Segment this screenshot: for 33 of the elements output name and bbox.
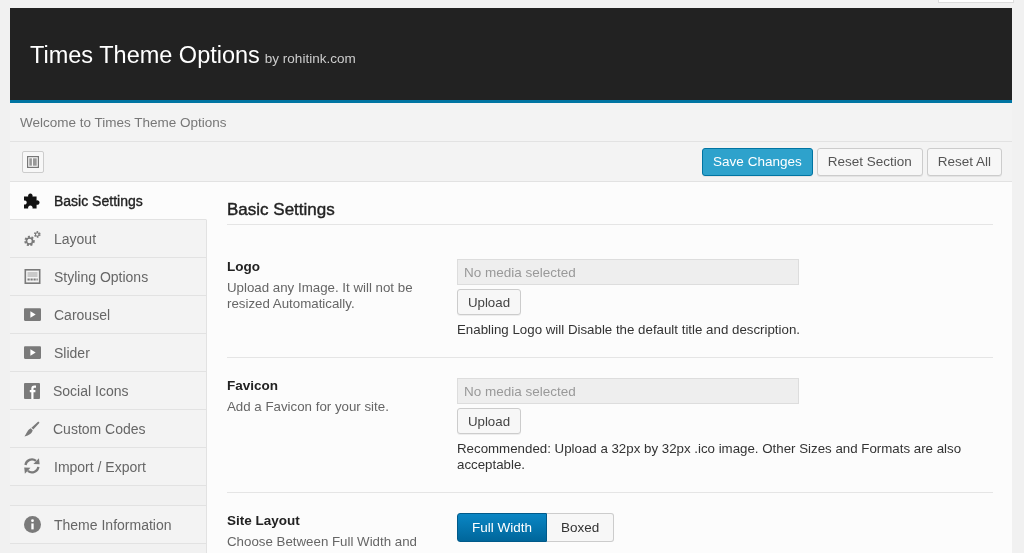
- media-field[interactable]: No media selected: [457, 378, 799, 404]
- play-icon: [24, 308, 41, 321]
- sidebar-item[interactable]: Basic Settings: [10, 182, 207, 220]
- welcome-text: Welcome to Times Theme Options: [20, 114, 227, 130]
- save-button[interactable]: Save Changes: [702, 147, 813, 176]
- layout-option-button[interactable]: Boxed: [547, 513, 615, 542]
- sidebar-layout-icon: [27, 155, 39, 168]
- field-description: Choose Between Full Width and: [227, 534, 417, 550]
- field-label: Site Layout: [227, 512, 300, 530]
- byline: by rohitink.com: [264, 51, 356, 66]
- info-icon: [24, 516, 41, 533]
- reset-button[interactable]: Reset All: [926, 147, 1002, 176]
- window-icon: [24, 269, 41, 284]
- upload-button[interactable]: Upload: [457, 289, 521, 315]
- media-field[interactable]: No media selected: [457, 259, 799, 285]
- app-title: Times Theme Options: [30, 41, 260, 69]
- field-label: Favicon: [227, 377, 278, 395]
- panel-toggle-button[interactable]: [22, 150, 44, 173]
- upload-button[interactable]: Upload: [457, 408, 521, 434]
- reset-button[interactable]: Reset Section: [816, 147, 923, 176]
- brush-icon: [24, 420, 40, 437]
- play-icon: [24, 346, 41, 359]
- puzzle-piece-icon: [24, 192, 41, 209]
- field-label: Logo: [227, 258, 260, 276]
- field-note: Enabling Logo will Disable the default title and description.: [457, 322, 800, 338]
- field-description: Add a Favicon for your site.: [227, 399, 389, 415]
- field-description: Upload any Image. It will not be resized Automatically.: [227, 280, 414, 312]
- refresh-icon: [24, 458, 41, 475]
- f-logo-icon: [24, 382, 40, 399]
- field-note: Recommended: Upload a 32px by 32px .ico image. Other Sizes and Formats are also acceptable.: [457, 441, 963, 473]
- layout-option-button[interactable]: Full Width: [457, 513, 547, 542]
- gears-icon: [24, 231, 41, 246]
- section-heading: Basic Settings: [227, 199, 335, 221]
